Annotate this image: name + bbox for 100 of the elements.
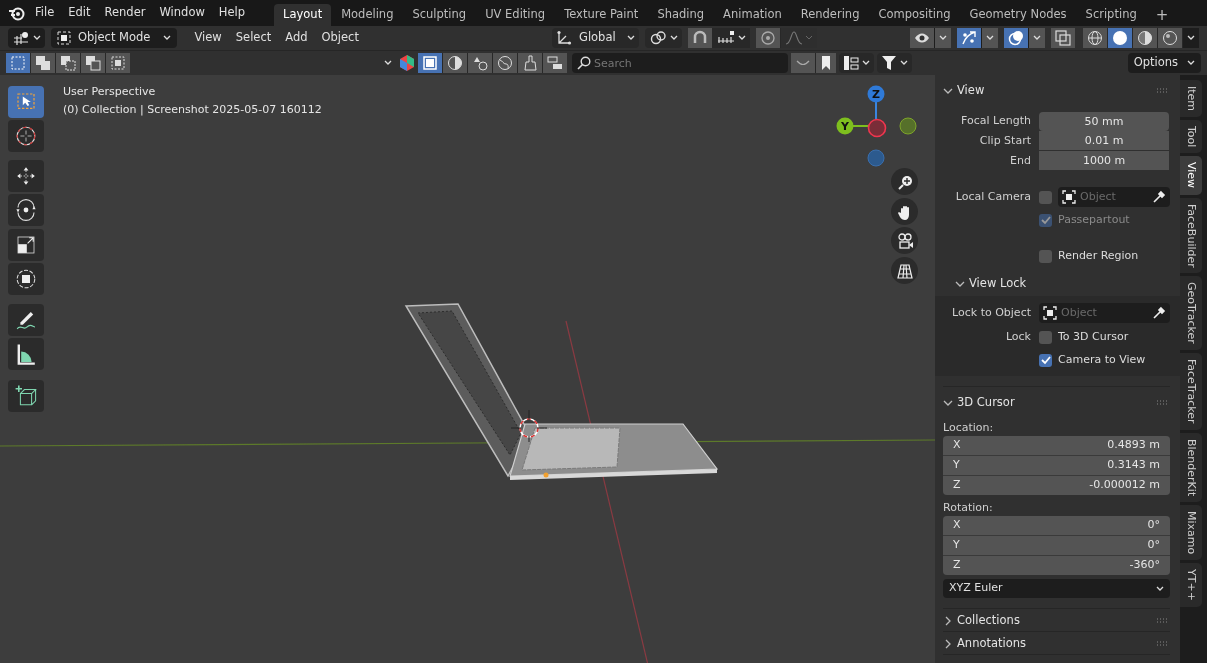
workspace-tab[interactable]: Sculpting bbox=[403, 4, 476, 26]
workspace-tab[interactable]: Animation bbox=[714, 4, 791, 26]
add-workspace-button[interactable]: + bbox=[1146, 4, 1178, 26]
menu-item[interactable]: File bbox=[28, 2, 62, 24]
overlay-dropdown[interactable] bbox=[1029, 28, 1045, 48]
proportional-edit-toggle[interactable] bbox=[755, 28, 780, 48]
filter-toggle[interactable] bbox=[543, 53, 567, 73]
shading-mode-button[interactable] bbox=[1108, 28, 1132, 48]
gizmo-dropdown[interactable] bbox=[982, 28, 998, 48]
camera-view-button[interactable] bbox=[891, 227, 918, 254]
filter-toggle[interactable] bbox=[468, 53, 492, 73]
shading-mode-button[interactable] bbox=[1083, 28, 1107, 48]
menu-item[interactable]: Edit bbox=[61, 2, 98, 24]
shading-mode-button[interactable] bbox=[1158, 28, 1182, 48]
menu-item[interactable]: Object bbox=[314, 27, 366, 49]
workspace-tab[interactable]: Shading bbox=[648, 4, 714, 26]
panel-header[interactable]: View Lock bbox=[935, 272, 1180, 296]
vector-field[interactable]: Z -360° bbox=[943, 556, 1170, 575]
overlay-toggle[interactable] bbox=[1004, 28, 1028, 48]
mode-dropdown[interactable]: Object Mode bbox=[51, 28, 178, 48]
bookmark-toggle[interactable] bbox=[816, 53, 836, 73]
vector-field[interactable]: X 0° bbox=[943, 516, 1170, 535]
workspace-tab[interactable]: Rendering bbox=[791, 4, 869, 26]
filter-toggle[interactable] bbox=[418, 53, 442, 73]
workspace-tab[interactable]: UV Editing bbox=[476, 4, 555, 26]
snap-toggle[interactable] bbox=[687, 28, 712, 48]
checkbox[interactable] bbox=[1039, 330, 1052, 344]
filter-dropdown[interactable] bbox=[877, 53, 912, 73]
panel-header[interactable]: Annotations bbox=[943, 634, 1170, 654]
tool-button[interactable] bbox=[8, 120, 44, 152]
hierarchy-dropdown[interactable] bbox=[839, 53, 874, 73]
sidebar-tab[interactable]: View bbox=[1180, 156, 1202, 195]
sidebar-tab[interactable]: Mixamo bbox=[1180, 504, 1202, 561]
filter-toggle[interactable] bbox=[493, 53, 517, 73]
tool-button[interactable] bbox=[8, 380, 44, 412]
pivot-dropdown[interactable] bbox=[644, 28, 682, 48]
filter-toggle[interactable] bbox=[518, 53, 542, 73]
tool-button[interactable] bbox=[8, 338, 44, 370]
selection-mode-button[interactable] bbox=[106, 53, 130, 73]
vector-field[interactable]: Y 0° bbox=[943, 536, 1170, 555]
number-field[interactable]: 50 mm bbox=[1039, 111, 1169, 131]
selection-mode-button[interactable] bbox=[81, 53, 105, 73]
menu-item[interactable]: Render bbox=[97, 2, 153, 24]
options-dropdown[interactable]: Options bbox=[1127, 53, 1201, 73]
vector-field[interactable]: X 0.4893 m bbox=[943, 436, 1170, 455]
selection-mode-button[interactable] bbox=[56, 53, 80, 73]
workspace-tab[interactable]: Compositing bbox=[869, 4, 960, 26]
number-field[interactable]: 1000 m bbox=[1039, 150, 1169, 170]
orientation-dropdown[interactable]: Global bbox=[551, 28, 639, 48]
tool-button[interactable] bbox=[8, 263, 44, 295]
tool-button[interactable] bbox=[8, 160, 44, 192]
sidebar-tab[interactable]: FaceTracker bbox=[1180, 353, 1202, 430]
match-case-toggle[interactable] bbox=[791, 53, 815, 73]
panel-header[interactable]: View bbox=[943, 79, 1170, 103]
rotation-mode-dropdown[interactable]: XYZ Euler bbox=[943, 579, 1170, 598]
workspace-tab[interactable]: Layout bbox=[274, 4, 332, 26]
gizmo-toggle[interactable] bbox=[957, 28, 981, 48]
ortho-toggle-button[interactable] bbox=[891, 257, 918, 284]
axis-handle[interactable]: Z bbox=[867, 85, 885, 103]
panel-header[interactable]: Collections bbox=[943, 611, 1170, 631]
checkbox[interactable] bbox=[1039, 353, 1052, 367]
workspace-tab[interactable]: Geometry Nodes bbox=[960, 4, 1076, 26]
tool-button[interactable] bbox=[8, 304, 44, 336]
menu-item[interactable]: Help bbox=[211, 2, 253, 24]
sidebar-tab[interactable]: YT++ bbox=[1180, 563, 1202, 607]
vector-field[interactable]: Z -0.000012 m bbox=[943, 476, 1170, 495]
vector-field[interactable]: Y 0.3143 m bbox=[943, 456, 1170, 475]
pan-button[interactable] bbox=[891, 198, 918, 225]
sidebar-tab[interactable]: Tool bbox=[1180, 120, 1202, 154]
filter-toggle[interactable] bbox=[443, 53, 467, 73]
blender-logo-icon[interactable] bbox=[8, 5, 26, 21]
axis-handle[interactable] bbox=[867, 149, 885, 167]
sidebar-tab[interactable]: BlenderKit bbox=[1180, 432, 1202, 502]
visibility-toggle[interactable] bbox=[910, 28, 934, 48]
editor-type-button[interactable] bbox=[8, 28, 45, 48]
checkbox[interactable] bbox=[1039, 249, 1052, 263]
xray-toggle[interactable] bbox=[1051, 28, 1075, 48]
tool-button[interactable] bbox=[8, 194, 44, 226]
shading-mode-button[interactable] bbox=[1133, 28, 1157, 48]
falloff-dropdown[interactable] bbox=[780, 28, 817, 48]
axis-handle[interactable] bbox=[899, 117, 917, 135]
selection-mode-button[interactable] bbox=[31, 53, 55, 73]
shading-dropdown[interactable] bbox=[1183, 28, 1199, 48]
menu-item[interactable]: Window bbox=[152, 2, 212, 24]
sidebar-tab[interactable]: FaceBuilder bbox=[1180, 197, 1202, 274]
axis-handle[interactable]: Y bbox=[836, 117, 854, 135]
menu-item[interactable]: Select bbox=[228, 27, 279, 49]
tool-button[interactable] bbox=[8, 229, 44, 261]
axis-handle[interactable] bbox=[867, 118, 887, 138]
search-field[interactable]: Search bbox=[572, 53, 788, 73]
workspace-tab[interactable]: Texture Paint bbox=[555, 4, 648, 26]
workspace-tab[interactable]: Scripting bbox=[1076, 4, 1146, 26]
zoom-button[interactable] bbox=[891, 168, 918, 195]
workspace-tab[interactable]: Modeling bbox=[332, 4, 403, 26]
sidebar-tab[interactable]: GeoTracker bbox=[1180, 276, 1202, 350]
sidebar-tab[interactable]: Item bbox=[1180, 80, 1202, 118]
laptop-drawing[interactable] bbox=[404, 303, 719, 480]
panel-header[interactable]: 3D Cursor bbox=[943, 391, 1170, 415]
menu-item[interactable]: Add bbox=[278, 27, 315, 49]
number-field[interactable]: 0.01 m bbox=[1039, 130, 1169, 150]
